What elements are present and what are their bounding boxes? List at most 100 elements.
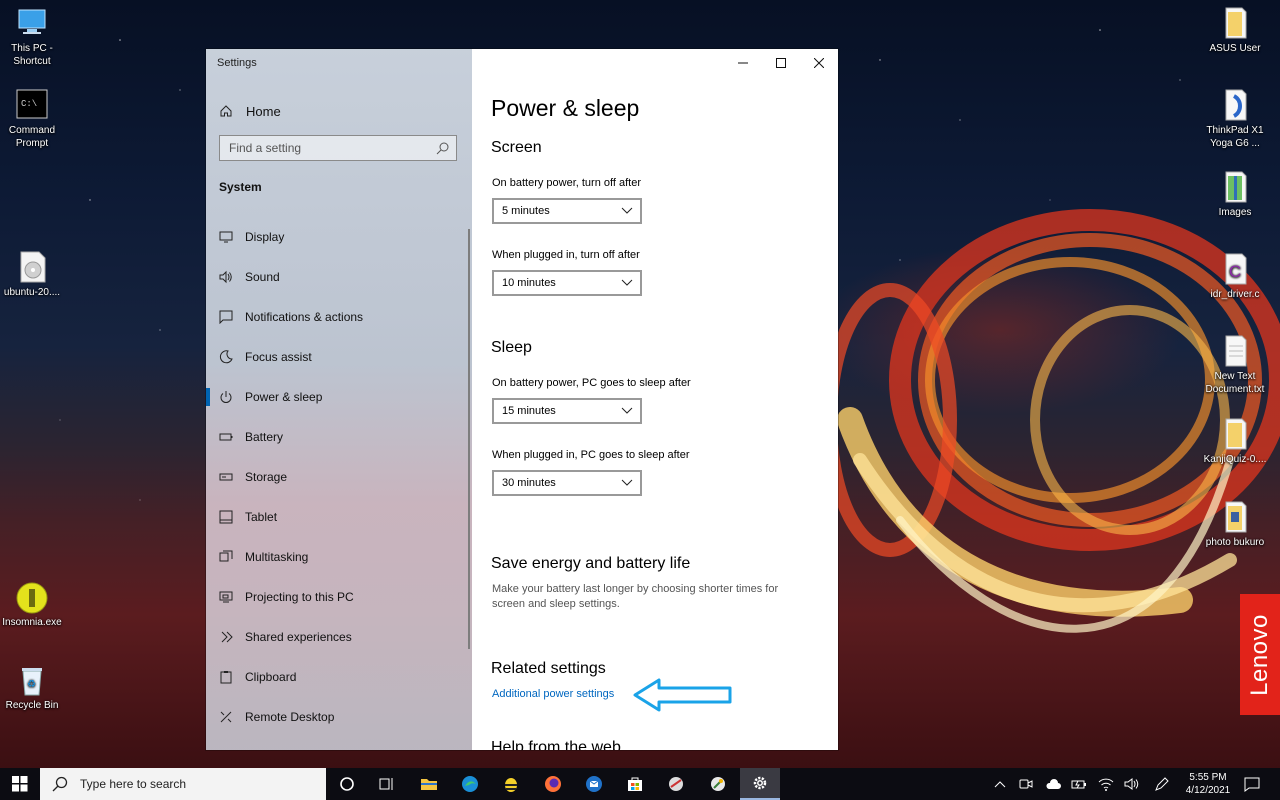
tray-network[interactable]: [1098, 776, 1114, 792]
minimize-button[interactable]: [724, 49, 762, 77]
task-view-icon: [379, 778, 393, 790]
chevron-down-icon: [621, 279, 633, 286]
clock-date: 4/12/2021: [1185, 785, 1231, 796]
desktop-icon-label: Images: [1218, 207, 1252, 218]
file-explorer-button[interactable]: [409, 768, 449, 800]
tablet-icon: [219, 510, 233, 524]
maximize-icon: [776, 58, 786, 68]
taskbar: 5:55 PM 4/12/2021: [0, 768, 1280, 800]
notifications-icon: [219, 310, 233, 324]
start-button[interactable]: [0, 768, 40, 800]
nav-scrollbar[interactable]: [468, 229, 470, 649]
sleep-plugged-dropdown[interactable]: 30 minutes: [492, 470, 642, 496]
battery-icon: [219, 430, 233, 444]
window-caption-buttons: [724, 49, 838, 77]
desktop-icon-idr-driver[interactable]: C idr_driver.c: [1203, 252, 1267, 301]
insomnia-app-button[interactable]: [491, 768, 531, 800]
disc-image-icon: [15, 250, 49, 284]
nav-home[interactable]: Home: [218, 101, 281, 121]
folder-icon: [1218, 6, 1252, 40]
firefox-button[interactable]: [533, 768, 573, 800]
screen-battery-dropdown[interactable]: 5 minutes: [492, 198, 642, 224]
nav-item-tablet[interactable]: Tablet: [206, 497, 468, 537]
store-button[interactable]: [615, 768, 655, 800]
desktop-icon-new-text-document[interactable]: New Text Document.txt: [1203, 334, 1267, 396]
desktop-icon-ubuntu[interactable]: ubuntu-20....: [0, 250, 64, 299]
nav-item-notifications[interactable]: Notifications & actions: [206, 297, 468, 337]
nav-item-shared-experiences[interactable]: Shared experiences: [206, 617, 468, 657]
desktop-icon-label: Command Prompt: [8, 125, 56, 149]
nav-item-label: Remote Desktop: [245, 710, 335, 724]
cloud-icon: [1046, 779, 1061, 789]
taskbar-search-input[interactable]: [78, 776, 302, 792]
nav-item-multitasking[interactable]: Multitasking: [206, 537, 468, 577]
search-icon[interactable]: [436, 141, 450, 155]
sleep-heading: Sleep: [491, 339, 532, 356]
taskbar-search-box[interactable]: [40, 768, 326, 800]
tray-meet-now[interactable]: [1018, 776, 1034, 792]
desktop-icon-recycle-bin[interactable]: ♻ Recycle Bin: [0, 663, 64, 712]
focus-assist-icon: [219, 350, 233, 364]
desktop-icon-thinkpad[interactable]: ThinkPad X1 Yoga G6 ...: [1203, 88, 1267, 150]
nav-item-label: Sound: [245, 270, 280, 284]
tray-onedrive[interactable]: [1045, 776, 1061, 792]
desktop-icon-this-pc[interactable]: This PC - Shortcut: [0, 6, 64, 68]
this-pc-icon: [15, 6, 49, 40]
projecting-icon: [219, 590, 233, 604]
outlook-button[interactable]: [574, 768, 614, 800]
nav-item-sound[interactable]: Sound: [206, 257, 468, 297]
screen-plugged-dropdown[interactable]: 10 minutes: [492, 270, 642, 296]
find-setting-input[interactable]: [220, 136, 429, 160]
home-icon: [218, 103, 234, 119]
tray-volume[interactable]: [1124, 776, 1140, 792]
bee-icon: [505, 778, 517, 792]
task-view-button[interactable]: [367, 768, 407, 800]
desktop-icon-label: ASUS User: [1209, 43, 1261, 54]
pen-icon: [1155, 777, 1169, 791]
nav-list: Display Sound Notifications & actions Fo…: [206, 217, 468, 737]
nav-item-clipboard[interactable]: Clipboard: [206, 657, 468, 697]
nav-item-label: Focus assist: [245, 350, 312, 364]
clock-time: 5:55 PM: [1189, 772, 1227, 783]
desktop-icon-command-prompt[interactable]: C:\ Command Prompt: [0, 88, 64, 150]
sleep-battery-dropdown[interactable]: 15 minutes: [492, 398, 642, 424]
tray-battery[interactable]: [1071, 776, 1087, 792]
maximize-button[interactable]: [762, 49, 800, 77]
desktop-icon-kanjiquiz[interactable]: KanjiQuiz-0....: [1203, 417, 1267, 466]
nav-item-storage[interactable]: Storage: [206, 457, 468, 497]
action-center-button[interactable]: [1244, 776, 1260, 792]
find-setting-box[interactable]: [219, 135, 457, 161]
additional-power-settings-link[interactable]: Additional power settings: [492, 688, 614, 700]
screen-battery-label: On battery power, turn off after: [492, 177, 641, 189]
edge-button[interactable]: [450, 768, 490, 800]
close-button[interactable]: [800, 49, 838, 77]
lenovo-logo-text: Lenovo: [1246, 613, 1273, 696]
clipboard-icon: [219, 670, 233, 684]
cortana-button[interactable]: [327, 768, 367, 800]
desktop-icon-asus-user[interactable]: ASUS User: [1203, 6, 1267, 55]
nav-item-label: Tablet: [245, 510, 278, 524]
chevron-up-icon: [994, 781, 1006, 788]
nav-item-focus-assist[interactable]: Focus assist: [206, 337, 468, 377]
app-button-snip[interactable]: [656, 768, 696, 800]
save-energy-description: Make your battery last longer by choosin…: [492, 583, 779, 610]
page-title: Power & sleep: [491, 95, 640, 121]
zip-folder-icon: [1218, 170, 1252, 204]
show-hidden-icons-button[interactable]: [992, 776, 1008, 792]
nav-item-power-sleep[interactable]: Power & sleep: [206, 377, 468, 417]
nav-item-projecting[interactable]: Projecting to this PC: [206, 577, 468, 617]
window-title: Settings: [217, 57, 257, 69]
folder-icon: [1218, 417, 1252, 451]
battery-charging-icon: [1071, 780, 1086, 789]
tray-pen-workspace[interactable]: [1154, 776, 1170, 792]
taskbar-clock[interactable]: 5:55 PM 4/12/2021: [1180, 771, 1236, 797]
settings-taskbar-button[interactable]: [740, 768, 780, 800]
nav-item-display[interactable]: Display: [206, 217, 468, 257]
desktop-icon-insomnia[interactable]: Insomnia.exe: [0, 580, 64, 629]
desktop-icon-images[interactable]: Images: [1203, 170, 1267, 219]
annotation-arrow: [633, 678, 732, 712]
nav-item-remote-desktop[interactable]: Remote Desktop: [206, 697, 468, 737]
nav-item-battery[interactable]: Battery: [206, 417, 468, 457]
app-button-tools[interactable]: [698, 768, 738, 800]
desktop-icon-photo-bukuro[interactable]: photo bukuro: [1203, 500, 1267, 549]
